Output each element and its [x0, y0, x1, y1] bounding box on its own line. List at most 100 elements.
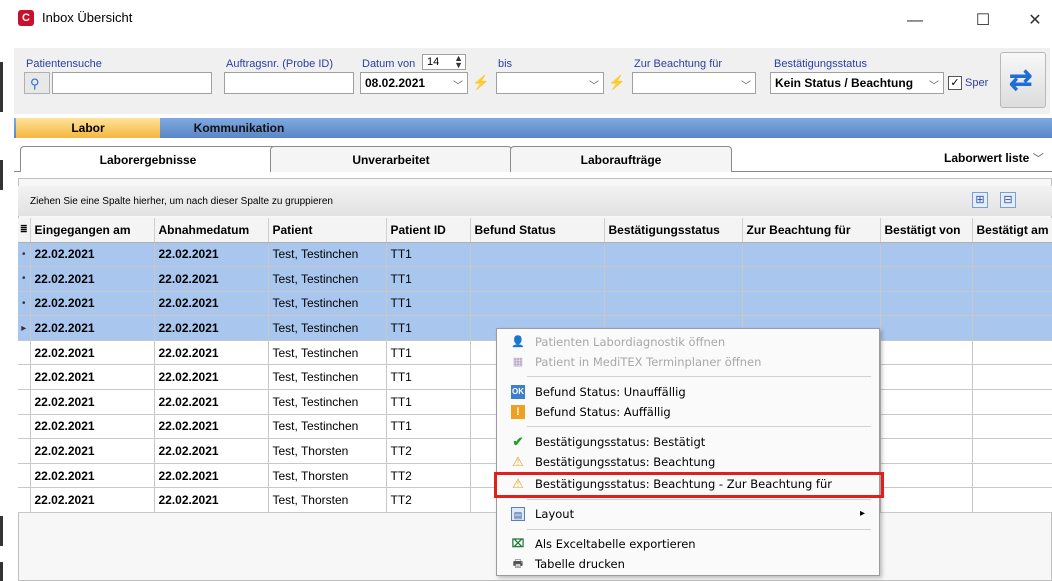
menu-item-befund-unauffaellig[interactable]: OK Befund Status: Unauffällig [501, 381, 875, 403]
table-cell[interactable]: 22.02.2021 [154, 438, 269, 464]
attention-for-select[interactable]: ﹀ [632, 72, 756, 94]
menu-item-befund-auffaellig[interactable]: ! Befund Status: Auffällig [501, 401, 875, 423]
table-cell[interactable]: 22.02.2021 [154, 315, 269, 341]
table-cell[interactable] [470, 266, 605, 292]
close-button[interactable]: ✕ [1020, 8, 1050, 34]
menu-item-open-lab-diagnostics[interactable]: 👤 Patienten Labordiagnostik öffnen [501, 331, 875, 353]
column-header[interactable]: Abnahmedatum [154, 218, 269, 243]
table-cell[interactable]: 22.02.2021 [30, 438, 155, 464]
menu-item-export-excel[interactable]: ⌧ Als Exceltabelle exportieren [501, 533, 875, 555]
table-row[interactable]: • 22.02.2021 22.02.2021 Test, Testinchen TT1 [18, 266, 1052, 292]
menu-item-layout[interactable]: ▤ Layout ▸ [501, 503, 875, 525]
date-from-days-spinner[interactable]: 14 ▲ ▼ [422, 54, 466, 70]
patient-search-button[interactable]: ⚲ [24, 72, 50, 94]
minimize-button[interactable]: — [900, 8, 930, 34]
tab-unverarbeitet[interactable]: Unverarbeitet [270, 146, 512, 172]
table-cell[interactable] [880, 389, 973, 415]
table-cell[interactable]: 22.02.2021 [154, 340, 269, 366]
column-header[interactable]: Patient [268, 218, 387, 243]
patient-search-input[interactable] [52, 72, 212, 94]
table-cell[interactable] [880, 438, 973, 464]
table-cell[interactable] [604, 291, 743, 317]
table-cell[interactable] [742, 291, 881, 317]
table-cell[interactable]: TT1 [386, 242, 471, 268]
date-to-picker[interactable]: ﹀ [496, 72, 604, 94]
table-cell[interactable]: Test, Thorsten [268, 463, 387, 489]
laborwert-liste-dropdown[interactable]: Laborwert liste ﹀ [944, 150, 1044, 166]
lightning-icon[interactable]: ⚡ [472, 74, 489, 91]
table-cell[interactable] [470, 242, 605, 268]
group-by-bar[interactable]: Ziehen Sie eine Spalte hierher, um nach … [18, 186, 1052, 216]
table-cell[interactable] [972, 291, 1052, 317]
table-cell[interactable] [880, 414, 973, 440]
table-cell[interactable] [972, 266, 1052, 292]
table-cell[interactable]: 22.02.2021 [154, 414, 269, 440]
column-header[interactable]: Eingegangen am [30, 218, 155, 243]
menu-item-status-bestaetigt[interactable]: ✔ Bestätigungsstatus: Bestätigt [501, 431, 875, 453]
table-cell[interactable] [972, 340, 1052, 366]
table-cell[interactable]: Test, Testinchen [268, 389, 387, 415]
maximize-button[interactable]: ☐ [968, 8, 998, 34]
table-cell[interactable]: 22.02.2021 [154, 266, 269, 292]
table-cell[interactable] [972, 389, 1052, 415]
table-cell[interactable]: TT1 [386, 340, 471, 366]
table-cell[interactable]: TT1 [386, 414, 471, 440]
column-header[interactable]: Befund Status [470, 218, 605, 243]
lock-checkbox[interactable]: ✓ [948, 76, 962, 90]
table-cell[interactable]: 22.02.2021 [154, 291, 269, 317]
table-cell[interactable] [742, 266, 881, 292]
table-cell[interactable]: TT1 [386, 291, 471, 317]
table-cell[interactable]: Test, Thorsten [268, 487, 387, 514]
table-cell[interactable] [880, 266, 973, 292]
table-cell[interactable] [972, 487, 1052, 514]
table-cell[interactable]: TT2 [386, 487, 471, 514]
menu-item-open-scheduler[interactable]: ▦ Patient in MediTEX Terminplaner öffnen [501, 351, 875, 373]
table-cell[interactable]: 22.02.2021 [154, 242, 269, 268]
table-cell[interactable] [880, 364, 973, 391]
tab-kommunikation[interactable]: Kommunikation [164, 118, 314, 138]
menu-item-print-table[interactable]: 🖶 Tabelle drucken [501, 553, 875, 575]
table-cell[interactable] [880, 340, 973, 366]
tab-laborergebnisse[interactable]: Laborergebnisse [20, 146, 276, 172]
tab-laborauftraege[interactable]: Laboraufträge [510, 146, 732, 172]
column-header[interactable]: Zur Beachtung für [742, 218, 881, 243]
tab-labor[interactable]: Labor [16, 118, 160, 138]
table-cell[interactable]: 22.02.2021 [30, 266, 155, 292]
table-cell[interactable] [880, 463, 973, 489]
column-header[interactable]: Bestätigungsstatus [604, 218, 743, 243]
order-no-input[interactable] [224, 72, 354, 94]
table-cell[interactable] [972, 414, 1052, 440]
table-cell[interactable]: Test, Testinchen [268, 242, 387, 268]
table-cell[interactable]: 22.02.2021 [154, 463, 269, 489]
table-cell[interactable]: TT1 [386, 315, 471, 341]
collapse-all-button[interactable]: ⊟ [1000, 192, 1016, 208]
table-cell[interactable]: 22.02.2021 [154, 487, 269, 514]
table-cell[interactable] [470, 291, 605, 317]
column-header[interactable]: Patient ID [386, 218, 471, 243]
table-cell[interactable]: Test, Thorsten [268, 438, 387, 464]
table-cell[interactable]: 22.02.2021 [30, 242, 155, 268]
table-cell[interactable]: Test, Testinchen [268, 340, 387, 366]
table-cell[interactable]: TT2 [386, 463, 471, 489]
table-cell[interactable] [880, 487, 973, 514]
table-cell[interactable] [972, 315, 1052, 341]
table-cell[interactable] [880, 315, 973, 341]
lightning-icon[interactable]: ⚡ [608, 74, 625, 91]
table-cell[interactable]: 22.02.2021 [30, 364, 155, 391]
table-row[interactable]: • 22.02.2021 22.02.2021 Test, Testinchen TT1 [18, 291, 1052, 317]
table-cell[interactable]: 22.02.2021 [30, 487, 155, 514]
table-cell[interactable] [972, 438, 1052, 464]
table-row[interactable]: • 22.02.2021 22.02.2021 Test, Testinchen TT1 [18, 242, 1052, 268]
table-cell[interactable]: 22.02.2021 [30, 291, 155, 317]
table-cell[interactable]: TT1 [386, 364, 471, 391]
table-cell[interactable] [742, 242, 881, 268]
table-cell[interactable]: 22.02.2021 [30, 414, 155, 440]
table-cell[interactable] [604, 242, 743, 268]
table-cell[interactable]: Test, Testinchen [268, 315, 387, 341]
table-cell[interactable]: 22.02.2021 [30, 389, 155, 415]
table-cell[interactable]: Test, Testinchen [268, 414, 387, 440]
table-cell[interactable]: TT1 [386, 266, 471, 292]
table-cell[interactable] [880, 291, 973, 317]
table-cell[interactable] [604, 266, 743, 292]
date-from-picker[interactable]: 08.02.2021 ﹀ [360, 72, 468, 94]
